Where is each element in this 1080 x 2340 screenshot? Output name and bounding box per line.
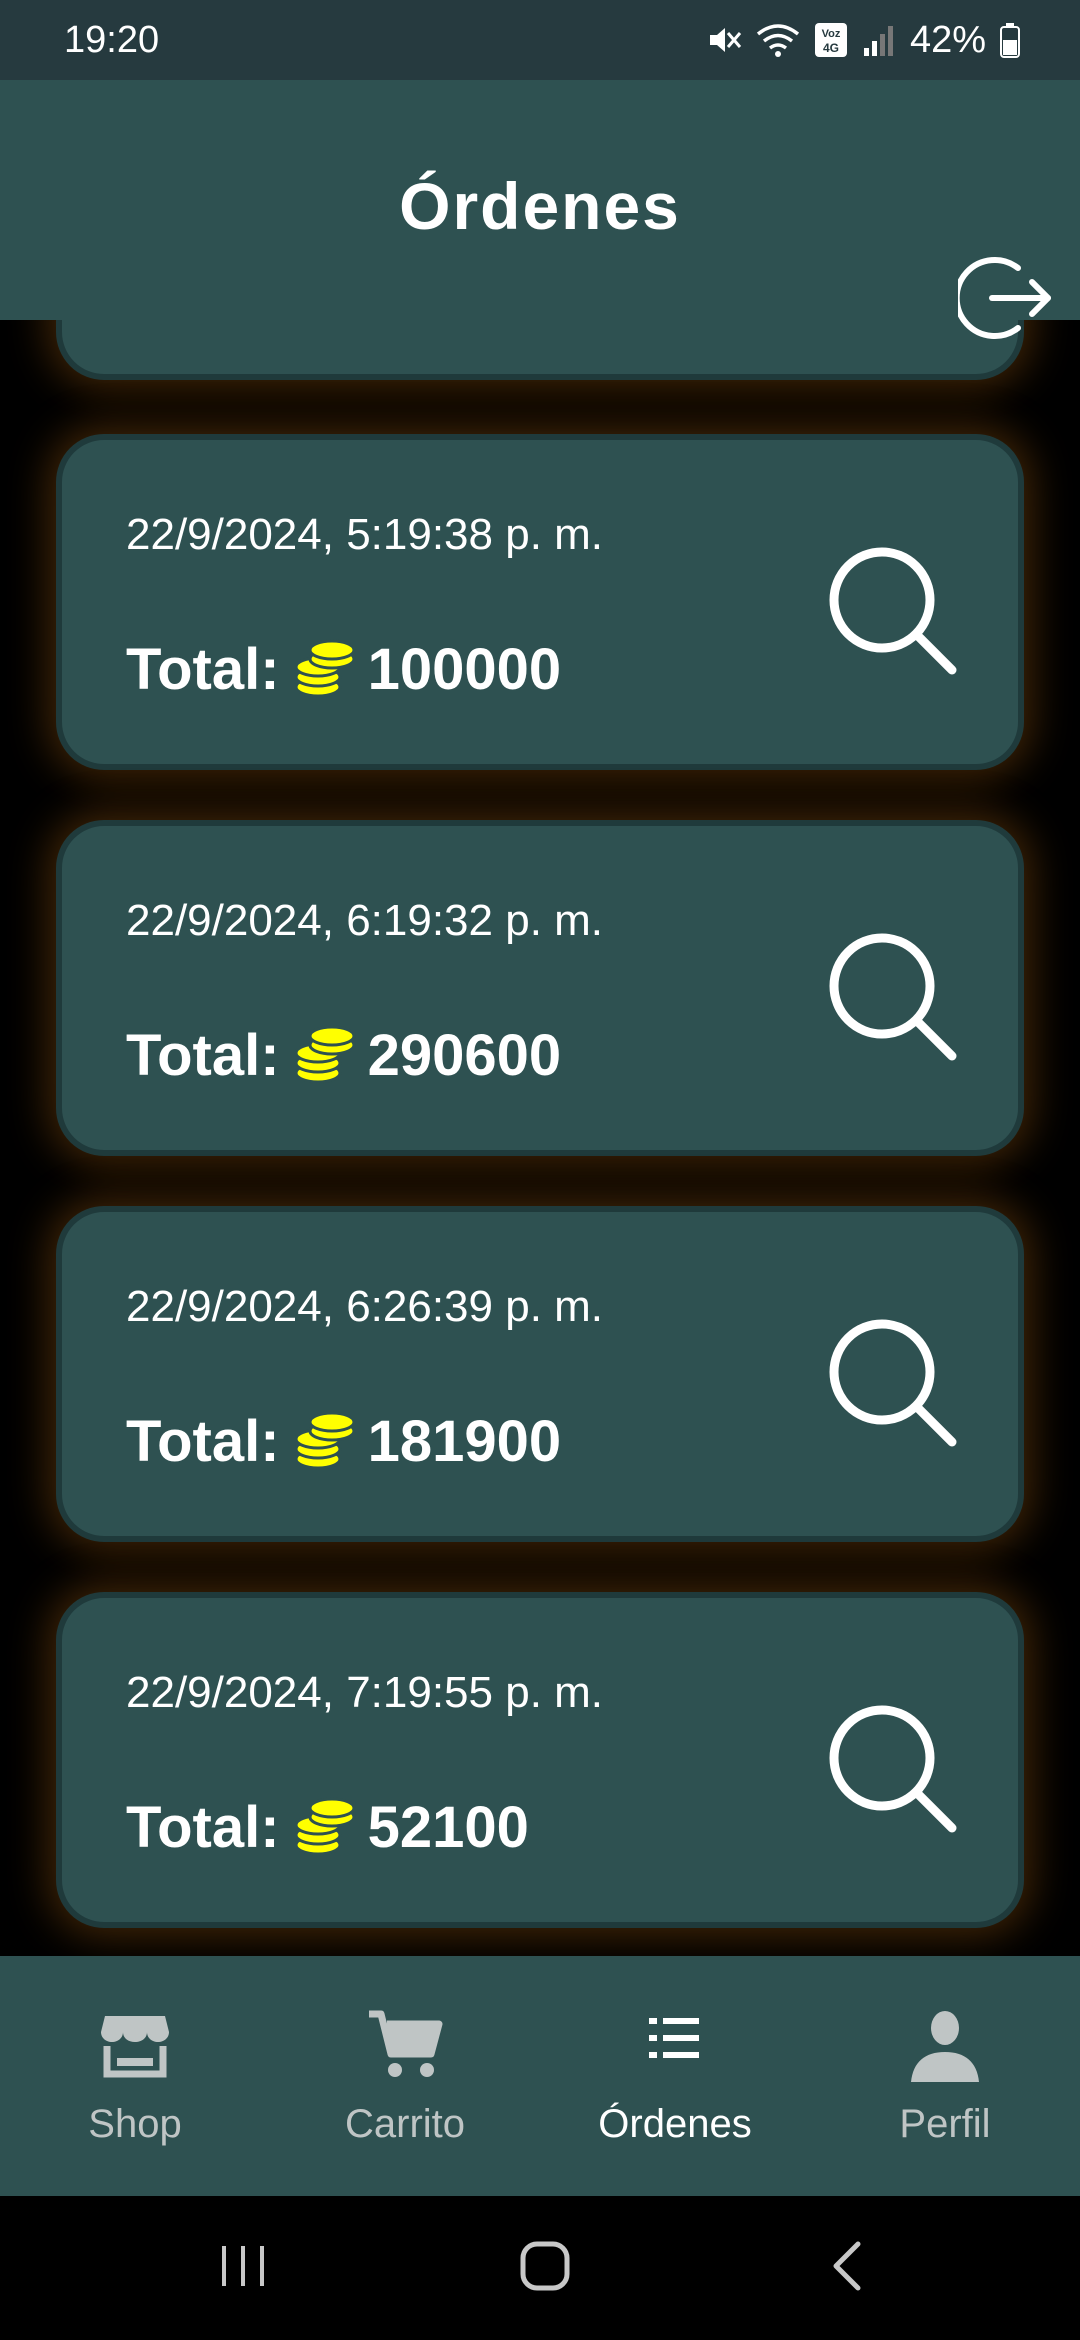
total-label: Total: bbox=[126, 1023, 280, 1088]
nav-item-carrito[interactable]: Carrito bbox=[270, 1956, 540, 2196]
wifi-icon bbox=[756, 24, 800, 57]
order-card[interactable]: 22/9/2024, 7:19:55 p. m. Total: 52100 bbox=[56, 1592, 1024, 1928]
total-label: Total: bbox=[126, 1795, 280, 1860]
coins-icon bbox=[294, 1025, 356, 1083]
status-bar: 19:20 Voz 4G 42% bbox=[0, 0, 1080, 80]
coins-icon bbox=[294, 1411, 356, 1469]
order-amount: 52100 bbox=[367, 1795, 529, 1860]
coins-icon bbox=[294, 639, 356, 697]
signal-icon bbox=[863, 26, 893, 56]
bottom-nav: Shop Carrito Órdenes Perfil bbox=[0, 1956, 1080, 2196]
back-icon[interactable] bbox=[828, 2236, 868, 2296]
nav-item-perfil[interactable]: Perfil bbox=[810, 1956, 1080, 2196]
home-icon[interactable] bbox=[515, 2236, 575, 2296]
svg-text:Voz: Voz bbox=[822, 28, 841, 40]
order-card[interactable]: 22/9/2024, 6:26:39 p. m. Total: 181900 bbox=[56, 1206, 1024, 1542]
order-date: 22/9/2024, 6:26:39 p. m. bbox=[126, 1282, 604, 1331]
system-nav-bar bbox=[0, 2196, 1080, 2340]
page-title: Órdenes bbox=[399, 169, 681, 243]
logout-icon[interactable] bbox=[958, 250, 1054, 346]
order-total: Total: 181900 bbox=[126, 1408, 561, 1475]
order-date: 22/9/2024, 6:19:32 p. m. bbox=[126, 896, 604, 945]
coins-icon bbox=[294, 1797, 356, 1855]
shop-icon bbox=[101, 2016, 169, 2078]
status-time: 19:20 bbox=[64, 18, 160, 61]
order-total: Total: 100000 bbox=[126, 636, 561, 703]
search-icon[interactable] bbox=[822, 540, 962, 680]
nav-label: Shop bbox=[88, 2102, 182, 2146]
order-card[interactable]: 22/9/2024, 5:19:38 p. m. Total: 100000 bbox=[56, 434, 1024, 770]
order-amount: 100000 bbox=[367, 637, 562, 702]
app-header: Órdenes bbox=[0, 80, 1080, 339]
orders-list[interactable]: 22/9/2024, 5:19:38 p. m. Total: 100000 2… bbox=[0, 320, 1080, 1956]
order-total: Total: 52100 bbox=[126, 1794, 529, 1861]
order-total: Total: 290600 bbox=[126, 1022, 561, 1089]
profile-icon bbox=[911, 2011, 979, 2082]
mute-icon bbox=[709, 28, 742, 52]
order-card[interactable]: 22/9/2024, 6:19:32 p. m. Total: 290600 bbox=[56, 820, 1024, 1156]
nav-item-shop[interactable]: Shop bbox=[0, 1956, 270, 2196]
svg-text:4G: 4G bbox=[823, 41, 839, 55]
volte-icon: Voz 4G bbox=[814, 23, 847, 57]
order-amount: 290600 bbox=[367, 1023, 562, 1088]
cart-icon bbox=[369, 2010, 443, 2077]
order-date: 22/9/2024, 7:19:55 p. m. bbox=[126, 1668, 604, 1717]
search-icon[interactable] bbox=[822, 1698, 962, 1838]
recent-apps-icon[interactable] bbox=[218, 2236, 268, 2296]
nav-label: Perfil bbox=[899, 2102, 991, 2146]
order-card[interactable] bbox=[56, 320, 1024, 380]
nav-label: Carrito bbox=[344, 2102, 466, 2146]
nav-item-ordenes[interactable]: Órdenes bbox=[540, 1956, 810, 2196]
status-icons: Voz 4G 42% bbox=[706, 19, 1020, 62]
total-label: Total: bbox=[126, 1409, 280, 1474]
order-date: 22/9/2024, 5:19:38 p. m. bbox=[126, 510, 604, 559]
order-amount: 181900 bbox=[367, 1409, 562, 1474]
nav-label: Órdenes bbox=[598, 2102, 752, 2146]
battery-icon bbox=[1000, 23, 1020, 58]
battery-percent: 42% bbox=[909, 18, 986, 61]
search-icon[interactable] bbox=[822, 1312, 962, 1452]
orders-list-icon bbox=[649, 2018, 699, 2058]
total-label: Total: bbox=[126, 637, 280, 702]
search-icon[interactable] bbox=[822, 926, 962, 1066]
